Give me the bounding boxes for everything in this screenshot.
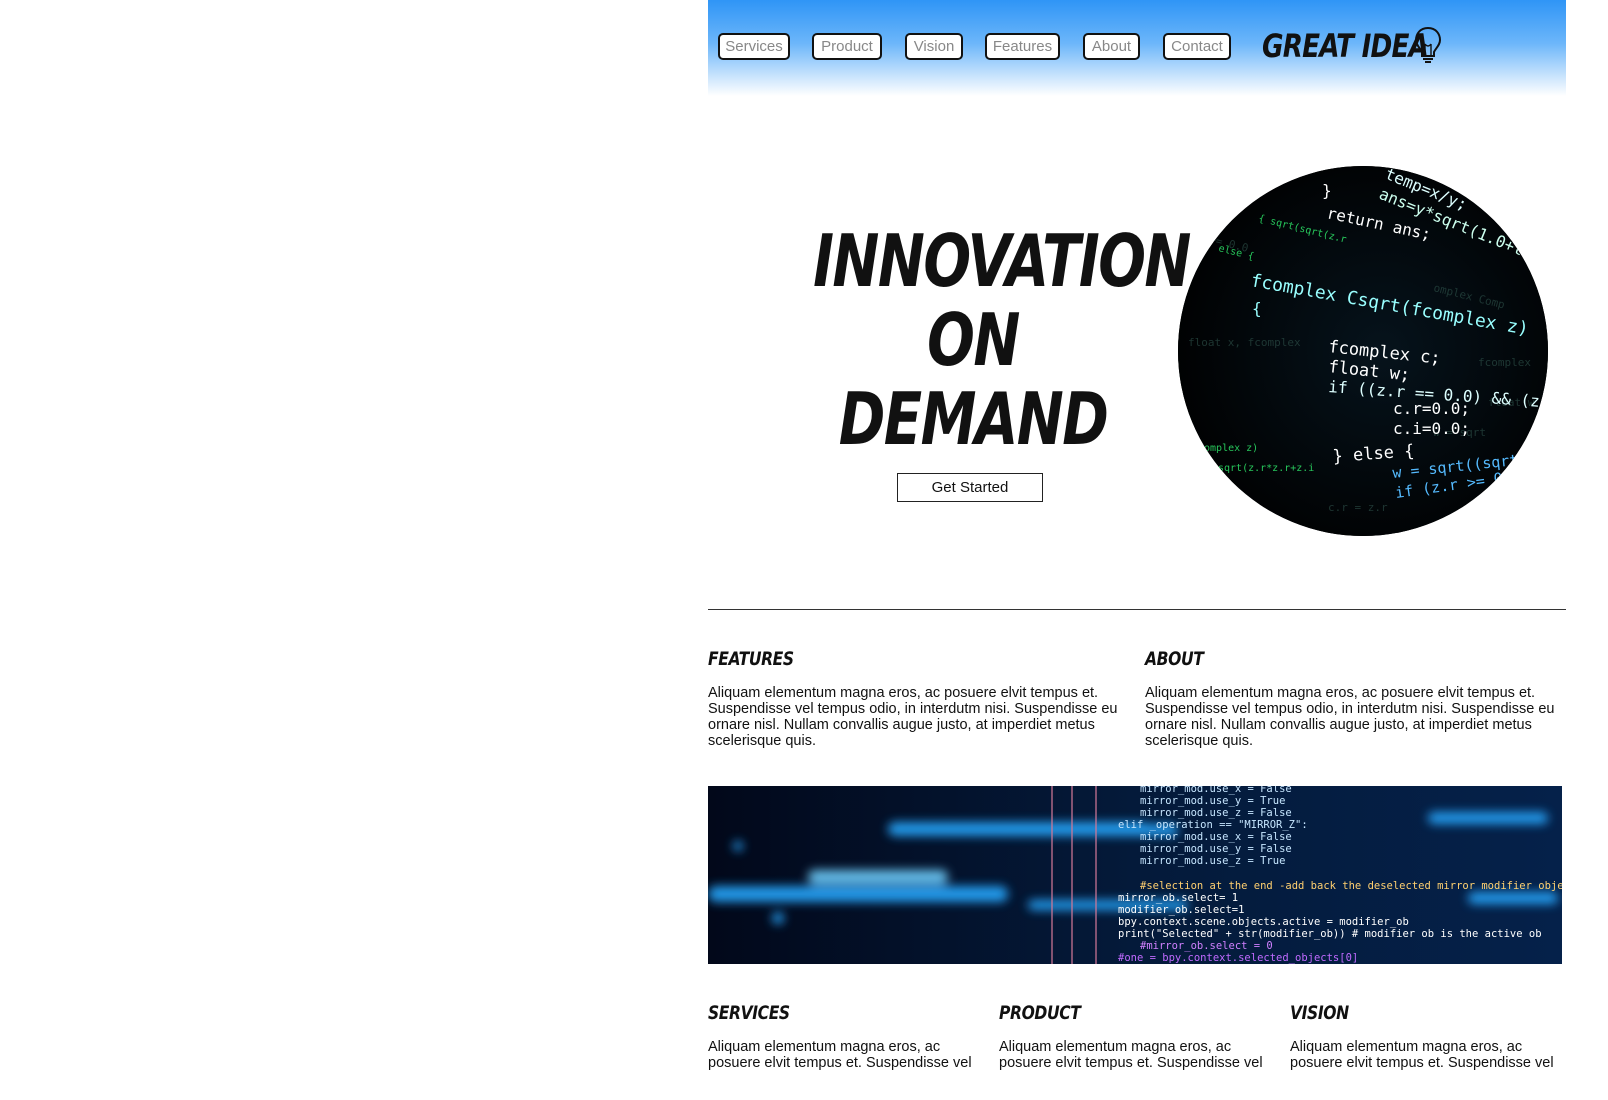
get-started-button[interactable]: Get Started [897,473,1043,502]
product-heading: PRODUCT [999,1002,1081,1024]
nav-about-button[interactable]: About [1083,33,1140,60]
section-divider [708,609,1566,610]
hero-title: INNOVATION ON DEMAND [813,219,1191,461]
about-text: Aliquam elementum magna eros, ac posuere… [1145,685,1555,749]
svg-text:#selection at the end -add bac: #selection at the end -add back the dese… [1140,880,1562,892]
svg-text:{: { [1252,299,1262,318]
page: Services Product Vision Features About C… [708,0,1608,1100]
lightbulb-icon [1414,26,1442,63]
nav-product-button[interactable]: Product [812,33,882,60]
product-text: Aliquam elementum magna eros, ac posuere… [999,1039,1263,1071]
nav-vision-button[interactable]: Vision [905,33,963,60]
svg-text:bpy.context.scene.objects.acti: bpy.context.scene.objects.active = modif… [1118,916,1409,928]
svg-text:mirror_mod.use_y = False: mirror_mod.use_y = False [1140,843,1292,855]
svg-text:c.r = z.r: c.r = z.r [1328,501,1388,514]
svg-text:mirror_mod.use_z = False: mirror_mod.use_z = False [1140,807,1292,819]
nav-contact-button[interactable]: Contact [1163,33,1231,60]
code-screen-art: z.r >= 0.0 omplex Comp fcomplex float w … [1178,166,1548,536]
svg-text:c.i=0.0;: c.i=0.0; [1393,419,1470,438]
svg-text:float x, fcomplex: float x, fcomplex [1188,336,1301,349]
svg-text:modifier_ob.select=1: modifier_ob.select=1 [1118,904,1244,916]
features-text: Aliquam elementum magna eros, ac posuere… [708,685,1118,749]
services-text: Aliquam elementum magna eros, ac posuere… [708,1039,972,1071]
svg-text:mirror_ob.select= 1: mirror_ob.select= 1 [1118,892,1238,904]
svg-text:fcomplex: fcomplex [1478,356,1531,369]
features-heading: FEATURES [708,648,794,670]
svg-text:mirror_mod.use_x = False: mirror_mod.use_x = False [1140,786,1292,795]
hero-title-line: ON [927,298,1020,382]
svg-text:mirror_mod.use_x = False: mirror_mod.use_x = False [1140,831,1292,843]
svg-text:mirror_mod.use_z = True: mirror_mod.use_z = True [1140,855,1285,867]
hero-title-line: DEMAND [838,377,1109,461]
svg-text:c.r=0.0;: c.r=0.0; [1393,399,1470,418]
svg-text:mirror_mod.use_y = True: mirror_mod.use_y = True [1140,795,1285,807]
site-header: Services Product Vision Features About C… [708,0,1566,96]
about-heading: ABOUT [1145,648,1204,670]
svg-text:#mirror_ob.select = 0: #mirror_ob.select = 0 [1140,940,1273,952]
svg-text:#one = bpy.context.selected_ob: #one = bpy.context.selected_objects[0] [1118,952,1358,964]
svg-text:}: } [1322,181,1332,200]
brand-logo[interactable]: GREAT IDEA [1262,24,1429,68]
nav-services-button[interactable]: Services [718,33,790,60]
hero-title-line: INNOVATION [813,219,1191,303]
services-heading: SERVICES [708,1002,790,1024]
svg-text:elif _operation == "MIRROR_Z":: elif _operation == "MIRROR_Z": [1118,819,1308,831]
code-screen-image: z.r >= 0.0 omplex Comp fcomplex float w … [1178,166,1548,536]
code-banner-art: mirror_mod.use_x = False mirror_mod.use_… [708,786,1562,964]
svg-text:print("Selected" + str(modifie: print("Selected" + str(modifier_ob)) # m… [1118,928,1542,940]
svg-text:complex z): complex z) [1198,443,1258,454]
nav-features-button[interactable]: Features [985,33,1060,60]
vision-text: Aliquam elementum magna eros, ac posuere… [1290,1039,1554,1071]
code-banner-image: mirror_mod.use_x = False mirror_mod.use_… [708,786,1562,964]
svg-text:sqrt(z.r*z.r+z.i: sqrt(z.r*z.r+z.i [1218,463,1314,474]
vision-heading: VISION [1290,1002,1349,1024]
